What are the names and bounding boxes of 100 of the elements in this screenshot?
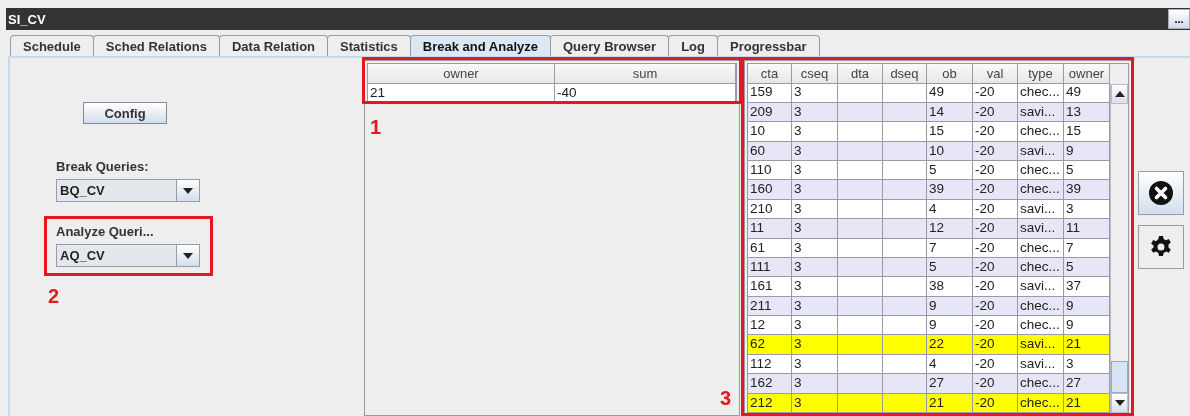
- table-cell: 9: [927, 296, 973, 317]
- table-cell: chec...: [1018, 296, 1064, 317]
- scroll-up-icon[interactable]: [1114, 91, 1125, 97]
- table-cell: -20: [973, 296, 1018, 317]
- table-cell: -20: [973, 393, 1018, 414]
- table-cell: 10: [748, 122, 792, 142]
- break-queries-dropdown[interactable]: BQ_CV: [56, 179, 200, 202]
- table-cell: 15: [927, 122, 973, 142]
- table-row[interactable]: 161 3 38 -20 savi... 37: [748, 277, 1110, 297]
- table-cell: savi...: [1018, 141, 1064, 161]
- settings-button[interactable]: [1138, 225, 1184, 269]
- scroll-thumb[interactable]: [1111, 361, 1128, 394]
- table-cell: 61: [748, 238, 792, 258]
- table-row[interactable]: 61 3 7 -20 chec... 7: [748, 238, 1110, 258]
- column-header[interactable]: dseq: [883, 64, 927, 84]
- tab[interactable]: Progressbar: [717, 35, 820, 56]
- table-cell: 3: [792, 180, 838, 200]
- close-button[interactable]: [1138, 171, 1184, 215]
- table-cell: chec...: [1018, 374, 1064, 394]
- table-cell: -20: [973, 102, 1018, 123]
- table-cell: 160: [748, 180, 792, 200]
- table-cell: -20: [973, 141, 1018, 161]
- table-cell: -20: [973, 122, 1018, 142]
- table-row[interactable]: 209 3 14 -20 savi... 13: [748, 102, 1110, 123]
- column-header[interactable]: val: [973, 64, 1018, 84]
- analyze-queries-dropdown[interactable]: AQ_CV: [56, 244, 200, 267]
- table-cell: savi...: [1018, 102, 1064, 123]
- table-row[interactable]: 159 3 49 -20 chec... 49: [748, 83, 1110, 103]
- table-cell: 3: [792, 102, 838, 123]
- table-cell: chec...: [1018, 257, 1064, 278]
- table-cell: 3: [792, 335, 838, 355]
- column-header[interactable]: cta: [748, 64, 792, 84]
- table-cell: 60: [748, 141, 792, 161]
- table-cell: 3: [792, 141, 838, 161]
- close-icon: [1148, 180, 1174, 206]
- table-cell: savi...: [1018, 277, 1064, 297]
- column-header[interactable]: cseq: [792, 64, 838, 84]
- annotation-number: 3: [720, 388, 732, 408]
- table-cell: 3: [792, 122, 838, 142]
- column-header[interactable]: owner: [1064, 64, 1110, 84]
- table-row[interactable]: 62 3 22 -20 savi... 21: [748, 335, 1110, 355]
- scroll-down-icon[interactable]: [1114, 400, 1125, 407]
- column-header[interactable]: ob: [927, 64, 973, 84]
- caret-icon: [183, 187, 193, 194]
- table-cell: 39: [927, 180, 973, 200]
- table-cell: 3: [792, 257, 838, 278]
- config-button[interactable]: Config: [83, 102, 167, 124]
- table-row[interactable]: 211 3 9 -20 chec... 9: [748, 296, 1110, 317]
- table-cell: 21: [368, 84, 555, 103]
- table-cell: 111: [748, 257, 792, 278]
- table-cell: 62: [748, 335, 792, 355]
- annotation-number: 1: [370, 117, 382, 137]
- table-cell: 3: [792, 374, 838, 394]
- menu-button[interactable]: ...: [1168, 9, 1190, 29]
- table-cell: chec...: [1018, 393, 1064, 414]
- table-cell: 22: [927, 335, 973, 355]
- tab[interactable]: Schedule: [10, 35, 94, 56]
- column-header[interactable]: owner: [368, 64, 555, 84]
- table-cell: 3: [792, 393, 838, 414]
- table-cell: -20: [973, 180, 1018, 200]
- scrollbar[interactable]: [1110, 84, 1128, 414]
- table-cell: 159: [748, 83, 792, 103]
- annotation-number: 2: [48, 286, 60, 306]
- settings-icon: [1149, 235, 1173, 259]
- table-cell: chec...: [1018, 180, 1064, 200]
- table-cell: chec...: [1018, 83, 1064, 103]
- table-cell: 3: [792, 277, 838, 297]
- table-cell: 11: [748, 219, 792, 239]
- table-cell: -20: [973, 219, 1018, 239]
- table-cell: 161: [748, 277, 792, 297]
- tab[interactable]: Log: [668, 35, 718, 56]
- table-row[interactable]: 160 3 39 -20 chec... 39: [748, 180, 1110, 200]
- table-cell: 209: [748, 102, 792, 123]
- column-header[interactable]: sum: [555, 64, 736, 84]
- table-cell: 5: [927, 257, 973, 278]
- table-cell: -20: [973, 238, 1018, 258]
- table-cell: 3: [792, 219, 838, 239]
- break-queries-label: Break Queries:: [56, 159, 149, 174]
- table-cell: savi...: [1018, 335, 1064, 355]
- table-cell: 21: [927, 393, 973, 414]
- column-header[interactable]: dta: [838, 64, 883, 84]
- table-row[interactable]: 11 3 12 -20 savi... 11: [748, 219, 1110, 239]
- column-header[interactable]: type: [1018, 64, 1064, 84]
- table-cell: 27: [927, 374, 973, 394]
- table-cell: 38: [927, 277, 973, 297]
- table-cell: -20: [973, 374, 1018, 394]
- table-cell: 212: [748, 393, 792, 414]
- table-cell: 12: [927, 219, 973, 239]
- table-cell: -20: [973, 277, 1018, 297]
- table-row[interactable]: 111 3 5 -20 chec... 5: [748, 257, 1110, 278]
- tab[interactable]: Break and Analyze: [409, 35, 551, 56]
- table-row[interactable]: 212 3 21 -20 chec... 21: [748, 393, 1110, 414]
- table-row[interactable]: 60 3 10 -20 savi... 9: [748, 141, 1110, 161]
- table-row[interactable]: 162 3 27 -20 chec... 27: [748, 374, 1110, 394]
- table-cell: savi...: [1018, 219, 1064, 239]
- table-cell: 162: [748, 374, 792, 394]
- table-cell: -40: [555, 84, 736, 103]
- table-cell: -20: [973, 257, 1018, 278]
- tab[interactable]: Query Browser: [549, 35, 670, 56]
- table-row[interactable]: 10 3 15 -20 chec... 15: [748, 122, 1110, 142]
